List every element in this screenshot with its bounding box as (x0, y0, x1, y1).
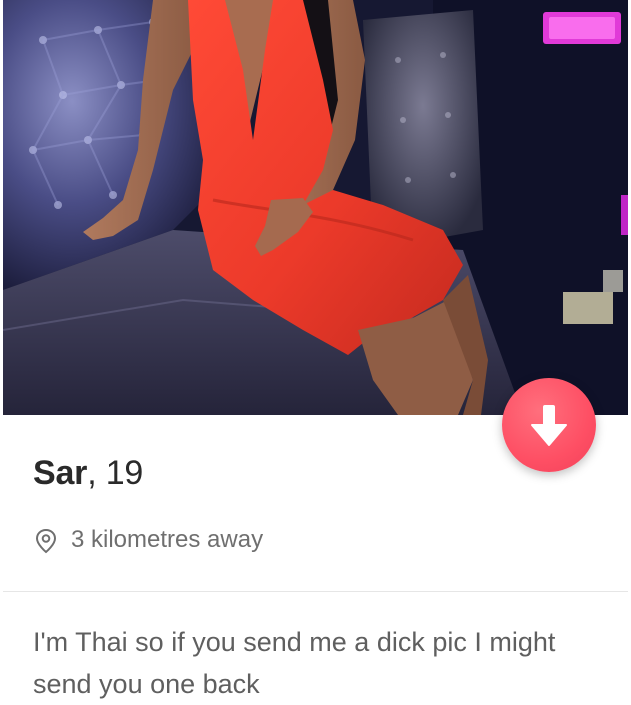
profile-photo[interactable] (3, 0, 628, 415)
distance-text: 3 kilometres away (71, 526, 264, 553)
section-divider (3, 591, 628, 592)
profile-name-age: Sar, 19 (33, 454, 143, 493)
profile-bio: I'm Thai so if you send me a dick pic I … (33, 627, 556, 699)
profile-photo-illustration (3, 0, 628, 415)
location-pin-icon (35, 528, 57, 554)
profile-name: Sar (33, 454, 88, 492)
profile-distance: 3 kilometres away (33, 526, 263, 554)
profile-age: , 19 (87, 454, 144, 492)
view-more-down-button[interactable] (502, 378, 596, 472)
arrow-down-icon (531, 405, 567, 446)
